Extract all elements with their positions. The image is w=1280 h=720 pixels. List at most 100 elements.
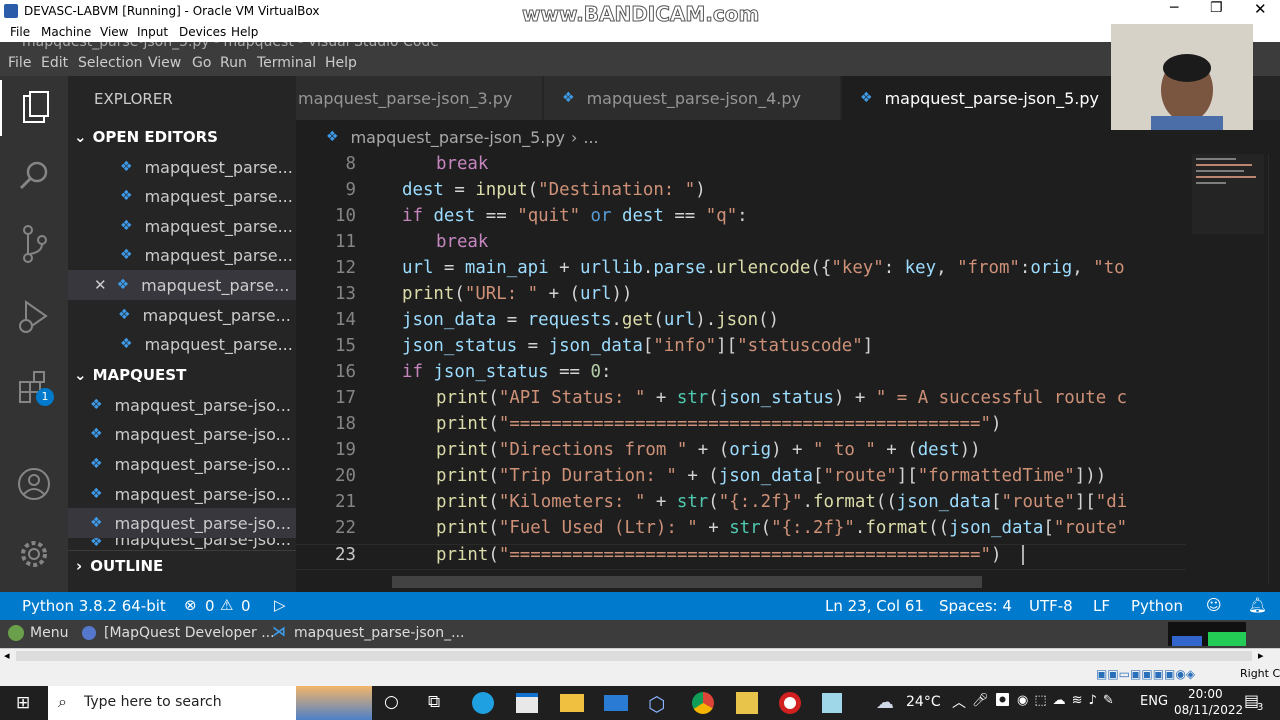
vbox-menu-input[interactable]: Input [137, 25, 168, 39]
menu-run[interactable]: Run [220, 55, 247, 71]
vbox-status-bar: ◂ ▸ ▣▣▭▣▣▣▣◉◈ Right Ctrl [0, 648, 1280, 686]
notifications-bell-icon[interactable]: 🔔︎ [1248, 596, 1267, 614]
mint-menu-icon[interactable] [8, 625, 24, 641]
vbox-horizontal-scrollbar[interactable] [16, 651, 1252, 661]
windows-start-icon[interactable]: ⊞ [16, 693, 30, 713]
open-editor-item[interactable]: ❖ mapquest_parse... [68, 300, 296, 330]
file-explorer-icon[interactable] [560, 694, 584, 712]
end-of-line[interactable]: LF [1093, 597, 1110, 615]
tab-json-3[interactable]: mapquest_parse-json_3.py [296, 76, 542, 120]
breadcrumb-file[interactable]: mapquest_parse-json_5.py [351, 128, 565, 147]
menu-terminal[interactable]: Terminal [257, 55, 316, 71]
open-editor-item-active[interactable]: ✕ ❖ mapquest_parse... [68, 270, 296, 300]
extensions-icon[interactable]: 1 [0, 360, 68, 416]
python-file-icon: ❖ [120, 188, 133, 204]
open-editors-header[interactable]: ⌄ OPEN EDITORS [68, 122, 296, 152]
scroll-left-icon[interactable]: ◂ [4, 649, 10, 662]
accounts-icon[interactable] [0, 456, 68, 512]
outline-header[interactable]: › OUTLINE [68, 550, 296, 580]
feedback-icon[interactable]: ☺ [1206, 596, 1222, 614]
guest-task-browser[interactable]: [MapQuest Developer ... [104, 625, 275, 641]
maximize-icon[interactable]: ❐ [1210, 0, 1223, 16]
code-line: 14 json_data = requests.get(url).json() [296, 310, 1186, 336]
chrome-icon[interactable] [692, 692, 714, 714]
file-item[interactable]: ❖ mapquest_parse-jso... [68, 538, 296, 550]
open-editor-item[interactable]: ❖ mapquest_parse... [68, 329, 296, 359]
python-interpreter[interactable]: Python 3.8.2 64-bit [22, 597, 166, 615]
chevron-right-icon: › [76, 556, 83, 575]
python-app-icon[interactable] [736, 692, 758, 714]
cortana-icon[interactable]: ○ [384, 692, 399, 712]
vbox-menu-devices[interactable]: Devices [179, 25, 226, 39]
clock-date[interactable]: 08/11/2022 [1174, 703, 1243, 717]
search-placeholder: Type here to search [84, 694, 222, 710]
errors-count[interactable]: 0 [205, 597, 215, 615]
open-editor-item[interactable]: ❖ mapquest_parse... [68, 240, 296, 270]
input-language[interactable]: ENG [1140, 694, 1168, 709]
cursor-position[interactable]: Ln 23, Col 61 [825, 597, 924, 615]
warnings-count[interactable]: 0 [241, 597, 251, 615]
taskbar-search[interactable]: ⌕ Type here to search [48, 686, 298, 720]
vbox-menu-machine[interactable]: Machine [41, 25, 91, 39]
clock-time[interactable]: 20:00 [1188, 687, 1223, 701]
menu-selection[interactable]: Selection [78, 55, 143, 71]
vbox-menu-file[interactable]: File [10, 25, 30, 39]
open-editor-item[interactable]: ❖ mapquest_parse... [68, 152, 296, 182]
vbox-menu-view[interactable]: View [100, 25, 128, 39]
open-editor-item[interactable]: ❖ mapquest_parse... [68, 181, 296, 211]
weather-temperature[interactable]: 24°C [906, 694, 941, 710]
breadcrumb-more[interactable]: ... [583, 128, 598, 147]
run-play-icon[interactable]: ▷ [274, 596, 286, 614]
file-item-selected[interactable]: ❖ mapquest_parse-jso... [68, 508, 296, 538]
file-item[interactable]: ❖ mapquest_parse-jso... [68, 449, 296, 479]
minimap[interactable] [1192, 154, 1264, 234]
menu-go[interactable]: Go [192, 55, 211, 71]
language-mode[interactable]: Python [1131, 597, 1183, 615]
host-key-label: Right Ctrl [1240, 667, 1280, 680]
task-view-icon[interactable]: ⧉ [428, 692, 440, 712]
tab-json-5[interactable]: ❖ mapquest_parse-json_5.py [842, 76, 1112, 120]
minimize-icon[interactable]: ─ [1170, 0, 1178, 16]
tab-json-4[interactable]: ❖ mapquest_parse-json_4.py [544, 76, 840, 120]
browser-task-icon [82, 626, 96, 640]
tray-icons[interactable]: 🎤︎⏺︎◉⬚☁︎≋♪✎ [972, 693, 1120, 708]
store-icon[interactable] [516, 693, 538, 713]
close-editor-icon[interactable]: ✕ [94, 276, 107, 294]
scroll-right-icon[interactable]: ▸ [1258, 649, 1264, 662]
menu-edit[interactable]: Edit [41, 55, 68, 71]
close-icon[interactable]: ✕ [1254, 0, 1267, 18]
vbox-device-icons[interactable]: ▣▣▭▣▣▣▣◉◈ [1096, 667, 1195, 681]
manage-gear-icon[interactable] [0, 526, 68, 582]
indentation[interactable]: Spaces: 4 [939, 597, 1012, 615]
python-file-icon: ❖ [120, 159, 133, 175]
folder-header[interactable]: ⌄ MAPQUEST [68, 360, 296, 390]
vertical-scrollbar[interactable] [1268, 154, 1280, 584]
open-editor-item[interactable]: ❖ mapquest_parse... [68, 211, 296, 241]
file-item[interactable]: ❖ mapquest_parse-jso... [68, 419, 296, 449]
tray-chevron-icon[interactable]: ︿ [952, 692, 966, 712]
run-debug-icon[interactable] [0, 288, 68, 344]
source-control-icon[interactable] [0, 216, 68, 272]
encoding[interactable]: UTF-8 [1029, 597, 1073, 615]
edge-icon[interactable] [472, 692, 494, 714]
vbox-app-icon [4, 4, 18, 18]
search-icon[interactable] [0, 148, 68, 204]
menu-help[interactable]: Help [325, 55, 357, 71]
notepad-icon[interactable] [822, 693, 842, 713]
menu-view[interactable]: View [148, 55, 181, 71]
file-item[interactable]: ❖ mapquest_parse-jso... [68, 390, 296, 420]
vscode-task-icon: ⋊ [272, 624, 286, 640]
line-number: 21 [335, 492, 356, 512]
guest-task-vscode[interactable]: mapquest_parse-json_... [294, 625, 464, 641]
file-item[interactable]: ❖ mapquest_parse-jso... [68, 479, 296, 509]
code-editor[interactable]: 8 break 9 dest = input("Destination: ") 10… [296, 154, 1186, 584]
explorer-icon[interactable] [0, 80, 68, 136]
mail-icon[interactable] [604, 695, 628, 711]
python-file-icon: ❖ [90, 456, 103, 472]
menu-file[interactable]: File [8, 55, 31, 71]
vbox-menu-help[interactable]: Help [231, 25, 258, 39]
record-icon[interactable] [779, 692, 801, 714]
horizontal-scrollbar[interactable] [392, 576, 982, 588]
guest-menu-button[interactable]: Menu [30, 625, 68, 641]
virtualbox-icon[interactable]: ⬡ [648, 692, 665, 716]
